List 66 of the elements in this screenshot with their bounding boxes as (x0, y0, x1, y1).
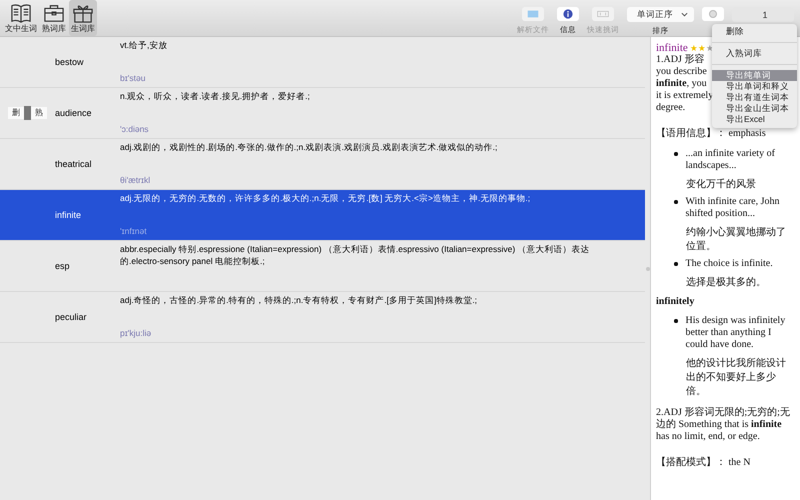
folder-icon (527, 9, 539, 19)
definition-text: adj.戏剧的，戏剧性的.剧场的.夸张的.做作的.;n.戏剧表演.戏剧演员.戏剧表演艺术.做戏似的动作.; (120, 141, 498, 153)
phonetic-text: θi'ætrɪkl (120, 175, 152, 185)
menu-item[interactable]: 删除 (712, 26, 797, 37)
info-icon (562, 9, 574, 19)
example-sentence: The choice is infinite. (686, 258, 773, 270)
example-sentence: ...an infinite variety of landscapes... (686, 148, 776, 172)
word-text: theatrical (55, 159, 93, 169)
word-text: esp (55, 261, 71, 271)
phonetic-text: bɪ'stəu (120, 73, 146, 83)
example-sentence: With infinite care, John shifted position... (686, 196, 781, 220)
bullet-icon (674, 319, 678, 322)
star-icon: ★ (690, 43, 698, 53)
menu-item[interactable]: 导出有道生词本 (712, 92, 797, 103)
menu-item[interactable]: 导出Excel (712, 114, 797, 125)
definition-line: you describe (656, 66, 707, 78)
word-row[interactable]: infinite adj.无限的，无穷的.无数的，许许多多的.极大的.;n.无限，无穷.[数] 无穷大.<宗>造物主，神.无限的事物.; 'ɪnfɪnət (0, 190, 645, 241)
definition-text: adj.无限的，无穷的.无数的，许许多多的.极大的.;n.无限，无穷.[数] 无穷大.<宗>造物主，神.无限的事物.; (120, 192, 532, 204)
toolbar-button[interactable] (557, 7, 579, 21)
definition-line: it is extremely (656, 90, 714, 102)
definition-text: vt.给予,安放 (120, 39, 168, 51)
menu-item[interactable]: 导出金山生词本 (712, 103, 797, 114)
bullet-icon (674, 152, 678, 156)
definition-text: n.观众，听众，读者.读者.接见.拥护者，爱好者.; (120, 90, 311, 102)
toolbar-tab[interactable]: 熟词库 (40, 0, 68, 36)
definition-line: infinite, you (656, 78, 707, 90)
drag-handle[interactable] (24, 106, 31, 120)
definition-line: 1.ADJ 形容 (656, 54, 704, 66)
briefcase-icon (43, 3, 65, 23)
definition-text: 2.ADJ 形容词无限的;无穷的;无边的 Something that is infinite has no limit, end, or edge. (656, 407, 791, 443)
word-text: infinite (55, 210, 82, 220)
example-translation: 变化万千的风景 (686, 178, 757, 192)
word-text: audience (55, 108, 93, 118)
row-action-button[interactable]: 熟 (31, 107, 47, 119)
menu-item[interactable]: 导出单词和释义 (712, 81, 797, 92)
split-handle[interactable] (646, 266, 650, 270)
info-text: 【语用信息】： emphasis (656, 126, 767, 140)
chevron-down-icon (681, 12, 688, 17)
row-action-button[interactable]: 删 (8, 107, 24, 119)
info-text: 【搭配模式】： the N (656, 456, 752, 469)
example-translation: 选择是极其多的。 (686, 276, 767, 290)
phonetic-text: pɪ'kju:liə (120, 328, 152, 338)
word-text: peculiar (55, 312, 88, 322)
toolbar-tab[interactable]: 文中生词 (3, 0, 39, 36)
star-icon: ★ (698, 43, 706, 53)
toolbar-tab[interactable]: 生词库 (69, 0, 97, 36)
definition-line: degree. (656, 102, 686, 114)
phonetic-text: 'ɪnfɪnət (120, 226, 148, 236)
bullet-icon (674, 262, 678, 266)
gift-icon (72, 3, 94, 23)
sort-dropdown[interactable]: 单词正序 (627, 7, 694, 22)
bullet-icon (674, 200, 678, 204)
book-icon (10, 3, 32, 23)
definition-text: adj.奇怪的，古怪的.异常的.特有的，特殊的.;n.专有特权，专有财产.[多用于英国]特殊教堂.; (120, 294, 478, 306)
headword: infinite (656, 42, 688, 54)
example-translation: 他的设计比我所能设计出的不知要好上多少倍。 (686, 357, 787, 399)
frame-icon (597, 9, 609, 19)
example-translation: 约翰小心翼翼地挪动了位置。 (686, 226, 787, 254)
circle-icon (707, 9, 719, 19)
example-sentence: His design was infinitely better than anything I could have done. (686, 315, 786, 351)
subheading: infinitely (656, 296, 696, 307)
definition-text: abbr.especially 特别.espressione (Italian=expression) （意大利语）表情.espressivo (Italian=expressive) （意大利语）表达的.electro-sensory panel 电能控制板.; (120, 243, 591, 267)
phonetic-text: 'ɔ:diəns (120, 124, 150, 134)
word-text: bestow (55, 57, 85, 67)
menu-item[interactable]: 入熟词库 (712, 48, 797, 59)
star-icon: ★ (706, 43, 714, 53)
